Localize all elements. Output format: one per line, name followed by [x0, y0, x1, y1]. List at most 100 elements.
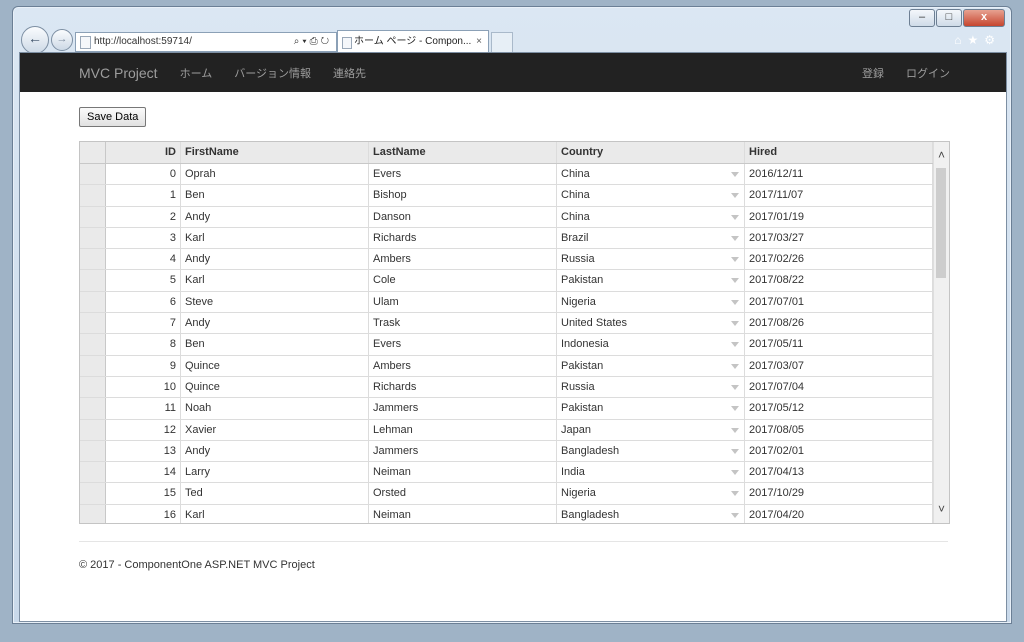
cell-country[interactable]: Pakistan: [557, 270, 745, 291]
scroll-up-icon[interactable]: ˄: [934, 148, 949, 163]
cell-lastname[interactable]: Ulam: [369, 291, 557, 313]
dropdown-arrow-icon[interactable]: [731, 491, 739, 497]
dropdown-arrow-icon[interactable]: [731, 321, 739, 327]
cell-firstname[interactable]: Xavier: [181, 419, 369, 440]
cell-lastname[interactable]: Lehman: [369, 419, 557, 440]
cell-lastname[interactable]: Evers: [369, 164, 557, 185]
table-row[interactable]: 9 Quince Ambers Pakistan 2017/03/07: [80, 355, 949, 377]
address-url[interactable]: http://localhost:59714/: [76, 33, 294, 51]
table-row[interactable]: 1 Ben Bishop China 2017/11/07: [80, 185, 949, 207]
row-header[interactable]: [80, 227, 106, 249]
cell-country[interactable]: Pakistan: [557, 355, 745, 376]
cell-hired[interactable]: 2017/05/12: [745, 398, 933, 419]
cell-id[interactable]: 9: [106, 355, 181, 376]
cell-hired[interactable]: 2017/08/26: [745, 313, 933, 334]
address-tools-icon[interactable]: ⌕▾⎙↻: [294, 33, 336, 51]
cell-firstname[interactable]: Andy: [181, 440, 369, 462]
cell-firstname[interactable]: Larry: [181, 462, 369, 483]
dropdown-arrow-icon[interactable]: [731, 193, 739, 199]
cell-firstname[interactable]: Oprah: [181, 164, 369, 185]
address-bar[interactable]: http://localhost:59714/ ⌕▾⎙↻: [75, 32, 337, 52]
cell-id[interactable]: 0: [106, 164, 181, 185]
dropdown-arrow-icon[interactable]: [731, 384, 739, 390]
nav-link-login[interactable]: ログイン: [906, 65, 950, 81]
cell-hired[interactable]: 2017/02/26: [745, 249, 933, 270]
cell-firstname[interactable]: Karl: [181, 504, 369, 523]
cell-lastname[interactable]: Danson: [369, 206, 557, 227]
cell-hired[interactable]: 2017/03/27: [745, 227, 933, 249]
row-header[interactable]: [80, 291, 106, 313]
tab-close-icon[interactable]: ×: [476, 31, 482, 53]
save-data-button[interactable]: Save Data: [79, 107, 147, 127]
dropdown-arrow-icon[interactable]: [731, 299, 739, 305]
table-row[interactable]: 16 Karl Neiman Bangladesh 2017/04/20: [80, 504, 949, 523]
nav-link-about[interactable]: バージョン情報: [234, 65, 311, 81]
cell-id[interactable]: 8: [106, 334, 181, 355]
cell-hired[interactable]: 2017/04/20: [745, 504, 933, 523]
cell-hired[interactable]: 2017/11/07: [745, 185, 933, 206]
table-row[interactable]: 13 Andy Jammers Bangladesh 2017/02/01: [80, 440, 949, 463]
dropdown-arrow-icon[interactable]: [731, 278, 739, 284]
cell-id[interactable]: 10: [106, 376, 181, 398]
browser-tools-icons[interactable]: ⌂★⚙: [954, 33, 1001, 47]
cell-id[interactable]: 14: [106, 462, 181, 483]
cell-lastname[interactable]: Richards: [369, 227, 557, 249]
cell-hired[interactable]: 2017/08/22: [745, 270, 933, 291]
cell-firstname[interactable]: Ted: [181, 483, 369, 504]
cell-hired[interactable]: 2017/02/01: [745, 440, 933, 462]
cell-lastname[interactable]: Evers: [369, 334, 557, 355]
dropdown-arrow-icon[interactable]: [731, 427, 739, 433]
row-header-corner[interactable]: [80, 142, 106, 163]
cell-firstname[interactable]: Andy: [181, 249, 369, 270]
row-header[interactable]: [80, 164, 106, 185]
cell-id[interactable]: 4: [106, 249, 181, 270]
cell-firstname[interactable]: Ben: [181, 185, 369, 206]
row-header[interactable]: [80, 462, 106, 483]
new-tab-button[interactable]: [491, 32, 513, 53]
cell-country[interactable]: Nigeria: [557, 483, 745, 504]
table-row[interactable]: 3 Karl Richards Brazil 2017/03/27: [80, 227, 949, 250]
cell-hired[interactable]: 2016/12/11: [745, 164, 933, 185]
nav-link-contact[interactable]: 連絡先: [333, 65, 366, 81]
cell-country[interactable]: United States: [557, 313, 745, 334]
vertical-scrollbar[interactable]: ˄ ˅: [933, 142, 949, 523]
cell-lastname[interactable]: Orsted: [369, 483, 557, 504]
cell-lastname[interactable]: Neiman: [369, 504, 557, 523]
cell-hired[interactable]: 2017/07/01: [745, 291, 933, 313]
row-header[interactable]: [80, 483, 106, 504]
cell-firstname[interactable]: Karl: [181, 270, 369, 291]
cell-id[interactable]: 12: [106, 419, 181, 440]
column-header-id[interactable]: ID: [106, 142, 181, 163]
cell-id[interactable]: 11: [106, 398, 181, 419]
cell-lastname[interactable]: Ambers: [369, 249, 557, 270]
close-window-button[interactable]: x: [963, 9, 1005, 27]
cell-firstname[interactable]: Quince: [181, 355, 369, 376]
dropdown-arrow-icon[interactable]: [731, 512, 739, 518]
cell-hired[interactable]: 2017/05/11: [745, 334, 933, 355]
cell-lastname[interactable]: Bishop: [369, 185, 557, 206]
dropdown-arrow-icon[interactable]: [731, 214, 739, 220]
dropdown-arrow-icon[interactable]: [731, 470, 739, 476]
cell-country[interactable]: Indonesia: [557, 334, 745, 355]
brand-link[interactable]: MVC Project: [79, 65, 158, 81]
cell-lastname[interactable]: Jammers: [369, 440, 557, 462]
cell-hired[interactable]: 2017/03/07: [745, 355, 933, 376]
dropdown-arrow-icon[interactable]: [731, 448, 739, 454]
row-header[interactable]: [80, 249, 106, 270]
row-header[interactable]: [80, 419, 106, 440]
forward-arrow-icon[interactable]: →: [51, 29, 73, 51]
cell-country[interactable]: Russia: [557, 376, 745, 398]
cell-country[interactable]: China: [557, 206, 745, 227]
cell-id[interactable]: 6: [106, 291, 181, 313]
dropdown-arrow-icon[interactable]: [731, 172, 739, 177]
row-header[interactable]: [80, 334, 106, 355]
row-header[interactable]: [80, 376, 106, 398]
cell-country[interactable]: Nigeria: [557, 291, 745, 313]
row-header[interactable]: [80, 504, 106, 523]
row-header[interactable]: [80, 185, 106, 206]
row-header[interactable]: [80, 313, 106, 334]
cell-hired[interactable]: 2017/04/13: [745, 462, 933, 483]
row-header[interactable]: [80, 206, 106, 227]
table-row[interactable]: 14 Larry Neiman India 2017/04/13: [80, 462, 949, 484]
table-row[interactable]: 2 Andy Danson China 2017/01/19: [80, 206, 949, 228]
